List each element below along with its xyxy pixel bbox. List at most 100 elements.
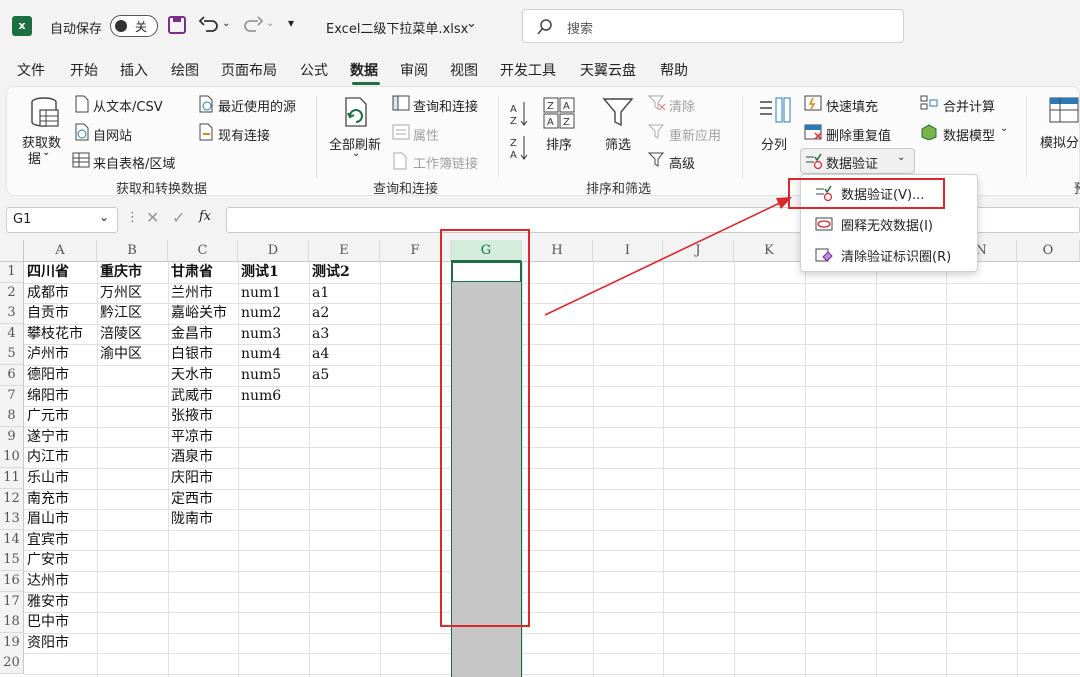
cell-a18[interactable]: 巴中市 (24, 612, 69, 633)
row-header-1[interactable]: 1 (0, 262, 24, 283)
column-header-b[interactable]: B (97, 240, 168, 262)
undo-icon[interactable] (198, 15, 220, 35)
cell-a5[interactable]: 泸州市 (24, 344, 69, 365)
row-header-15[interactable]: 15 (0, 550, 24, 572)
cell-d4[interactable]: num3 (238, 324, 281, 345)
tab-developer[interactable]: 开发工具 (500, 60, 556, 80)
column-header-c[interactable]: C (168, 240, 238, 262)
workbook-links-button[interactable]: 工作簿链接 (413, 153, 478, 172)
tab-formulas[interactable]: 公式 (300, 60, 328, 80)
row-header-10[interactable]: 10 (0, 447, 24, 469)
cell-a15[interactable]: 广安市 (24, 550, 69, 571)
search-box[interactable]: 搜索 (522, 9, 904, 43)
tab-data[interactable]: 数据 (350, 60, 378, 80)
row-header-7[interactable]: 7 (0, 385, 24, 407)
row-header-13[interactable]: 13 (0, 509, 24, 531)
properties-button[interactable]: 属性 (413, 125, 439, 144)
cell-a8[interactable]: 广元市 (24, 406, 69, 427)
row-header-14[interactable]: 14 (0, 529, 24, 551)
reapply-button[interactable]: 重新应用 (669, 125, 721, 144)
cell-c7[interactable]: 武威市 (168, 386, 213, 407)
undo-dropdown-icon[interactable]: ⌄ (222, 18, 230, 29)
refresh-all-icon[interactable] (340, 96, 372, 130)
filter-button[interactable]: 筛选 (605, 134, 631, 153)
cell-e1[interactable]: 测试2 (309, 262, 350, 283)
insert-function-icon[interactable]: fx (199, 209, 211, 224)
recent-sources-button[interactable]: 最近使用的源 (218, 96, 296, 115)
sort-button[interactable]: 排序 (546, 134, 572, 153)
cell-a9[interactable]: 遂宁市 (24, 427, 69, 448)
tab-view[interactable]: 视图 (450, 60, 478, 80)
cell-e5[interactable]: a4 (309, 344, 329, 365)
tab-page-layout[interactable]: 页面布局 (221, 60, 277, 80)
cell-d3[interactable]: num2 (238, 303, 281, 324)
cell-a1[interactable]: 四川省 (24, 262, 69, 283)
row-header-3[interactable]: 3 (0, 303, 24, 325)
cell-a11[interactable]: 乐山市 (24, 468, 69, 489)
what-if-icon[interactable] (1048, 96, 1080, 126)
name-box[interactable]: G1 ⌄ (6, 207, 118, 233)
tab-draw[interactable]: 绘图 (171, 60, 199, 80)
column-header-e[interactable]: E (309, 240, 380, 262)
row-header-17[interactable]: 17 (0, 591, 24, 613)
more-options-icon[interactable]: ⋮ (126, 210, 139, 225)
row-header-19[interactable]: 19 (0, 632, 24, 654)
cell-a10[interactable]: 内江市 (24, 447, 69, 468)
row-header-5[interactable]: 5 (0, 344, 24, 366)
select-all-corner[interactable] (0, 240, 24, 262)
cell-a6[interactable]: 德阳市 (24, 365, 69, 386)
tab-review[interactable]: 审阅 (400, 60, 428, 80)
cell-d1[interactable]: 测试1 (238, 262, 279, 283)
row-header-2[interactable]: 2 (0, 282, 24, 304)
cell-e2[interactable]: a1 (309, 283, 329, 304)
tab-home[interactable]: 开始 (70, 60, 98, 80)
text-to-columns-button[interactable]: 分列 (761, 134, 787, 153)
get-data-chevron-icon[interactable]: ⌄ (42, 147, 50, 158)
redo-icon[interactable] (242, 15, 264, 35)
cell-a19[interactable]: 资阳市 (24, 633, 69, 654)
advanced-button[interactable]: 高级 (669, 153, 695, 172)
get-data-icon[interactable] (28, 96, 60, 130)
filename-chevron-icon[interactable]: ⌄ (466, 16, 477, 31)
refresh-chevron-icon[interactable]: ⌄ (352, 148, 360, 159)
cell-a7[interactable]: 绵阳市 (24, 386, 69, 407)
cell-c11[interactable]: 庆阳市 (168, 468, 213, 489)
save-icon[interactable] (167, 15, 187, 35)
row-header-12[interactable]: 12 (0, 488, 24, 510)
cell-d5[interactable]: num4 (238, 344, 281, 365)
column-header-d[interactable]: D (238, 240, 309, 262)
enter-icon[interactable]: ✓ (172, 208, 185, 227)
cell-c12[interactable]: 定西市 (168, 489, 213, 510)
cell-a16[interactable]: 达州市 (24, 571, 69, 592)
row-header-18[interactable]: 18 (0, 612, 24, 634)
from-table-button[interactable]: 来自表格/区域 (93, 153, 175, 172)
remove-duplicates-button[interactable]: 删除重复值 (826, 125, 891, 144)
row-header-16[interactable]: 16 (0, 571, 24, 592)
queries-connections-button[interactable]: 查询和连接 (413, 96, 478, 115)
sort-icon[interactable]: Z A A Z (542, 96, 576, 130)
cell-c10[interactable]: 酒泉市 (168, 447, 213, 468)
cell-a13[interactable]: 眉山市 (24, 509, 69, 530)
cell-e6[interactable]: a5 (309, 365, 329, 386)
cell-c13[interactable]: 陇南市 (168, 509, 213, 530)
existing-connections-button[interactable]: 现有连接 (218, 125, 270, 144)
filter-icon[interactable] (602, 96, 634, 128)
redo-dropdown-icon[interactable]: ⌄ (266, 18, 274, 29)
clear-button[interactable]: 清除 (669, 96, 695, 115)
cell-d7[interactable]: num6 (238, 386, 281, 407)
row-header-8[interactable]: 8 (0, 406, 24, 428)
cell-c2[interactable]: 兰州市 (168, 283, 213, 304)
data-model-chevron-icon[interactable]: ⌄ (1000, 123, 1008, 134)
tab-insert[interactable]: 插入 (120, 60, 148, 80)
row-header-9[interactable]: 9 (0, 426, 24, 448)
text-to-columns-icon[interactable] (758, 96, 792, 130)
data-validation-button[interactable]: 数据验证 ⌄ (800, 148, 915, 174)
cancel-icon[interactable]: ✕ (146, 208, 159, 227)
cell-c9[interactable]: 平凉市 (168, 427, 213, 448)
cell-c5[interactable]: 白银市 (168, 344, 213, 365)
cell-b2[interactable]: 万州区 (97, 283, 142, 304)
column-header-a[interactable]: A (24, 240, 97, 262)
cell-e3[interactable]: a2 (309, 303, 329, 324)
menu-item-clear-circles[interactable]: 清除验证标识圈(R) (801, 240, 977, 270)
row-header-6[interactable]: 6 (0, 365, 24, 386)
